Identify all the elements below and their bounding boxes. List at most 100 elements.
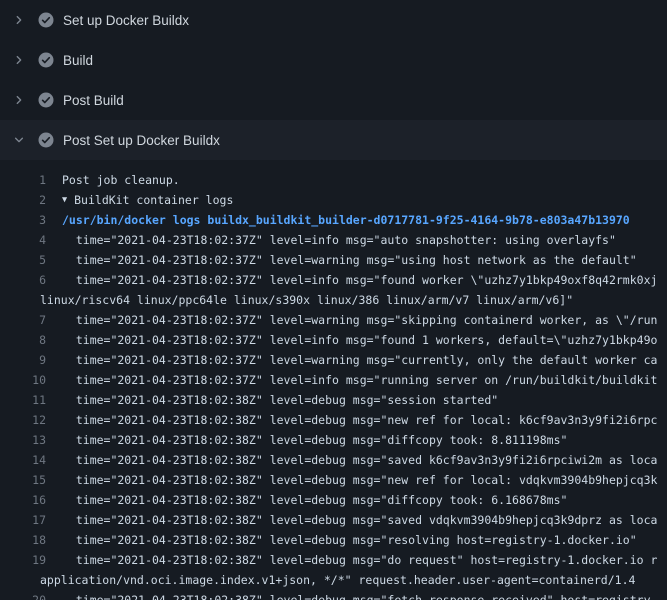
log-line-body: time="2021-04-23T18:02:38Z" level=debug … [46, 470, 657, 490]
log-text: time="2021-04-23T18:02:38Z" level=debug … [62, 470, 657, 490]
log-text: application/vnd.oci.image.index.v1+json,… [40, 570, 635, 590]
log-content: 1 Post job cleanup. 2 ▼ BuildKit contain… [0, 160, 667, 600]
log-line: 15 time="2021-04-23T18:02:38Z" level=deb… [0, 470, 667, 490]
chevron-icon [13, 14, 25, 26]
actions-log-viewer: Set up Docker Buildx Build P [0, 0, 667, 600]
log-text: time="2021-04-23T18:02:38Z" level=debug … [62, 410, 657, 430]
line-number[interactable]: 14 [0, 450, 46, 470]
log-line: 19 time="2021-04-23T18:02:38Z" level=deb… [0, 550, 667, 570]
line-number[interactable]: 1 [0, 170, 46, 190]
log-line-body: time="2021-04-23T18:02:37Z" level=info m… [46, 330, 657, 350]
log-line-body: Post job cleanup. [46, 170, 180, 190]
log-text: time="2021-04-23T18:02:37Z" level=info m… [62, 270, 657, 290]
log-line-body: time="2021-04-23T18:02:37Z" level=info m… [46, 270, 657, 290]
log-line: 9 time="2021-04-23T18:02:37Z" level=warn… [0, 350, 667, 370]
log-line-body: time="2021-04-23T18:02:38Z" level=debug … [46, 590, 651, 600]
log-text: BuildKit container logs [74, 190, 233, 210]
log-line: 17 time="2021-04-23T18:02:38Z" level=deb… [0, 510, 667, 530]
log-line: 18 time="2021-04-23T18:02:38Z" level=deb… [0, 530, 667, 550]
section-header-post-build[interactable]: Post Build [0, 80, 667, 120]
log-text: time="2021-04-23T18:02:37Z" level=warnin… [62, 250, 637, 270]
log-line: 2 ▼ BuildKit container logs [0, 190, 667, 210]
log-line-body: /usr/bin/docker logs buildx_buildkit_bui… [46, 210, 630, 230]
log-line-body: time="2021-04-23T18:02:37Z" level=warnin… [46, 310, 657, 330]
line-number[interactable]: 20 [0, 590, 46, 600]
log-line-body: time="2021-04-23T18:02:38Z" level=debug … [46, 450, 657, 470]
log-text: time="2021-04-23T18:02:38Z" level=debug … [62, 550, 657, 570]
line-number[interactable]: 11 [0, 390, 46, 410]
log-text: time="2021-04-23T18:02:37Z" level=warnin… [62, 310, 657, 330]
log-line: 14 time="2021-04-23T18:02:38Z" level=deb… [0, 450, 667, 470]
log-line: 3 /usr/bin/docker logs buildx_buildkit_b… [0, 210, 667, 230]
log-text: time="2021-04-23T18:02:38Z" level=debug … [62, 590, 651, 600]
log-text: time="2021-04-23T18:02:38Z" level=debug … [62, 530, 637, 550]
line-number[interactable]: 5 [0, 250, 46, 270]
line-number[interactable]: 3 [0, 210, 46, 230]
log-line-body: time="2021-04-23T18:02:38Z" level=debug … [46, 550, 657, 570]
line-number[interactable]: 4 [0, 230, 46, 250]
line-number[interactable]: 17 [0, 510, 46, 530]
section-title: Build [63, 53, 93, 68]
log-line-body: time="2021-04-23T18:02:38Z" level=debug … [46, 510, 657, 530]
line-number[interactable]: 13 [0, 430, 46, 450]
line-number[interactable]: 16 [0, 490, 46, 510]
log-line: 8 time="2021-04-23T18:02:37Z" level=info… [0, 330, 667, 350]
check-circle-icon [38, 132, 54, 148]
log-line-body: linux/riscv64 linux/ppc64le linux/s390x … [24, 290, 573, 310]
log-line-body: ▼ BuildKit container logs [46, 190, 233, 210]
log-line-body: time="2021-04-23T18:02:37Z" level=warnin… [46, 250, 637, 270]
log-line: 20 time="2021-04-23T18:02:38Z" level=deb… [0, 590, 667, 600]
chevron-icon [13, 94, 25, 106]
log-text: time="2021-04-23T18:02:38Z" level=debug … [62, 510, 657, 530]
check-circle-icon [38, 52, 54, 68]
line-number[interactable]: 2 [0, 190, 46, 210]
line-number[interactable] [0, 290, 24, 310]
section-title: Post Set up Docker Buildx [63, 133, 220, 148]
log-line: 5 time="2021-04-23T18:02:37Z" level=warn… [0, 250, 667, 270]
log-line: 6 time="2021-04-23T18:02:37Z" level=info… [0, 270, 667, 290]
log-text: time="2021-04-23T18:02:38Z" level=debug … [62, 450, 657, 470]
log-line-body: time="2021-04-23T18:02:37Z" level=warnin… [46, 350, 657, 370]
log-line: 11 time="2021-04-23T18:02:38Z" level=deb… [0, 390, 667, 410]
log-line-body: time="2021-04-23T18:02:38Z" level=debug … [46, 530, 637, 550]
log-text: time="2021-04-23T18:02:37Z" level=info m… [62, 370, 657, 390]
chevron-icon [13, 54, 25, 66]
log-text: time="2021-04-23T18:02:37Z" level=info m… [62, 330, 657, 350]
log-line-body: time="2021-04-23T18:02:38Z" level=debug … [46, 430, 567, 450]
log-line: application/vnd.oci.image.index.v1+json,… [0, 570, 667, 590]
log-line: 13 time="2021-04-23T18:02:38Z" level=deb… [0, 430, 667, 450]
line-number[interactable]: 7 [0, 310, 46, 330]
log-text: linux/riscv64 linux/ppc64le linux/s390x … [40, 290, 573, 310]
log-line-body: time="2021-04-23T18:02:37Z" level=info m… [46, 370, 657, 390]
line-number[interactable]: 18 [0, 530, 46, 550]
log-text: time="2021-04-23T18:02:37Z" level=warnin… [62, 350, 657, 370]
section-header-set-up-docker-buildx[interactable]: Set up Docker Buildx [0, 0, 667, 40]
log-text: time="2021-04-23T18:02:38Z" level=debug … [62, 430, 567, 450]
section-header-post-set-up-docker-buildx[interactable]: Post Set up Docker Buildx [0, 120, 667, 160]
line-number[interactable]: 12 [0, 410, 46, 430]
line-number[interactable]: 8 [0, 330, 46, 350]
section-header-build[interactable]: Build [0, 40, 667, 80]
log-text: /usr/bin/docker logs buildx_buildkit_bui… [62, 210, 630, 230]
line-number[interactable]: 6 [0, 270, 46, 290]
line-number[interactable] [0, 570, 24, 590]
log-line: 4 time="2021-04-23T18:02:37Z" level=info… [0, 230, 667, 250]
line-number[interactable]: 15 [0, 470, 46, 490]
log-line: 1 Post job cleanup. [0, 170, 667, 190]
log-text: time="2021-04-23T18:02:38Z" level=debug … [62, 490, 567, 510]
log-line-body: time="2021-04-23T18:02:38Z" level=debug … [46, 490, 567, 510]
log-line-body: time="2021-04-23T18:02:38Z" level=debug … [46, 410, 657, 430]
log-text: time="2021-04-23T18:02:38Z" level=debug … [62, 390, 498, 410]
line-number[interactable]: 9 [0, 350, 46, 370]
log-line-body: time="2021-04-23T18:02:37Z" level=info m… [46, 230, 616, 250]
check-circle-icon [38, 92, 54, 108]
line-number[interactable]: 10 [0, 370, 46, 390]
log-line-body: application/vnd.oci.image.index.v1+json,… [24, 570, 635, 590]
line-number[interactable]: 19 [0, 550, 46, 570]
log-text: time="2021-04-23T18:02:37Z" level=info m… [62, 230, 616, 250]
log-line-body: time="2021-04-23T18:02:38Z" level=debug … [46, 390, 498, 410]
chevron-icon [13, 134, 25, 146]
section-title: Set up Docker Buildx [63, 13, 189, 28]
log-line: 12 time="2021-04-23T18:02:38Z" level=deb… [0, 410, 667, 430]
group-toggle-icon[interactable]: ▼ [62, 190, 67, 210]
